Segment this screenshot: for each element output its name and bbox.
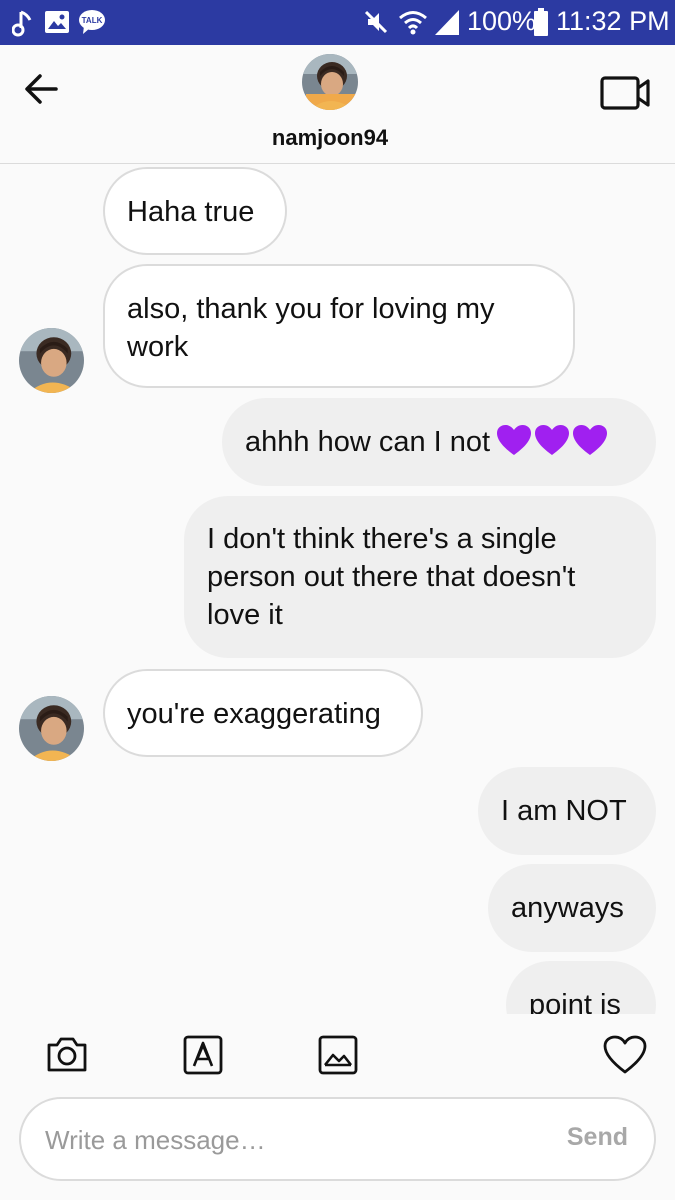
profile-photo (19, 328, 84, 393)
header-avatar[interactable] (302, 54, 358, 110)
message-text: I am NOT (501, 795, 627, 827)
composer-toolbar (0, 1014, 675, 1098)
send-button[interactable]: Send (567, 1123, 628, 1152)
chat-username[interactable]: namjoon94 (0, 125, 660, 151)
sender-avatar[interactable] (19, 696, 84, 761)
message-text-line: also, thank you for loving my (127, 293, 495, 325)
purple-heart-icon (497, 425, 608, 456)
chat-header: namjoon94 (0, 45, 675, 164)
message-text-line: I don't think there's a single (207, 523, 557, 555)
message-thread[interactable]: Haha true also, thank you for loving my … (0, 164, 675, 1014)
clock: 11:32 PM (556, 6, 670, 36)
message-text: anyways (511, 892, 624, 924)
camera-button[interactable] (46, 1034, 88, 1079)
profile-photo (302, 54, 358, 110)
back-button[interactable] (20, 67, 64, 111)
text-style-icon (183, 1035, 223, 1075)
sent-message[interactable]: I don't think there's a single person ou… (184, 496, 656, 658)
message-input[interactable] (43, 1113, 547, 1167)
battery-percentage: 100% (467, 6, 537, 36)
message-text: point is (529, 989, 621, 1014)
received-message[interactable]: also, thank you for loving my work (103, 264, 575, 388)
like-button[interactable] (603, 1035, 647, 1080)
gallery-icon (45, 11, 69, 33)
camera-icon (47, 1037, 87, 1072)
sent-message[interactable]: I am NOT (478, 767, 656, 855)
received-message[interactable]: you're exaggerating (103, 669, 423, 757)
sent-message[interactable]: point is (506, 961, 656, 1014)
message-text-line: work (127, 331, 189, 363)
message-text: ahhh how can I not (245, 426, 491, 458)
mute-icon (364, 10, 388, 34)
text-style-button[interactable] (183, 1035, 223, 1080)
status-bar: TALK 100% 11:32 PM (0, 0, 675, 45)
battery-icon (534, 8, 548, 36)
sent-message[interactable]: ahhh how can I not (222, 398, 656, 486)
profile-photo (19, 696, 84, 761)
gallery-button[interactable] (318, 1035, 358, 1080)
message-text: you're exaggerating (127, 698, 381, 730)
wifi-icon (399, 11, 427, 35)
music-note-icon (12, 10, 32, 37)
heart-icon (603, 1035, 647, 1074)
received-message[interactable]: Haha true (103, 167, 287, 255)
talk-badge-text: TALK (82, 16, 103, 25)
sender-avatar[interactable] (19, 328, 84, 393)
message-text: Haha true (127, 196, 255, 228)
message-text-line: love it (207, 599, 283, 631)
video-call-button[interactable] (598, 73, 654, 113)
message-composer: Send (19, 1097, 656, 1181)
kakaotalk-icon: TALK (79, 10, 105, 34)
message-text-line: person out there that doesn't (207, 561, 576, 593)
gallery-icon (318, 1035, 358, 1075)
video-camera-icon (600, 76, 650, 110)
arrow-left-icon (25, 74, 58, 104)
sent-message[interactable]: anyways (488, 864, 656, 952)
signal-icon (435, 10, 459, 35)
